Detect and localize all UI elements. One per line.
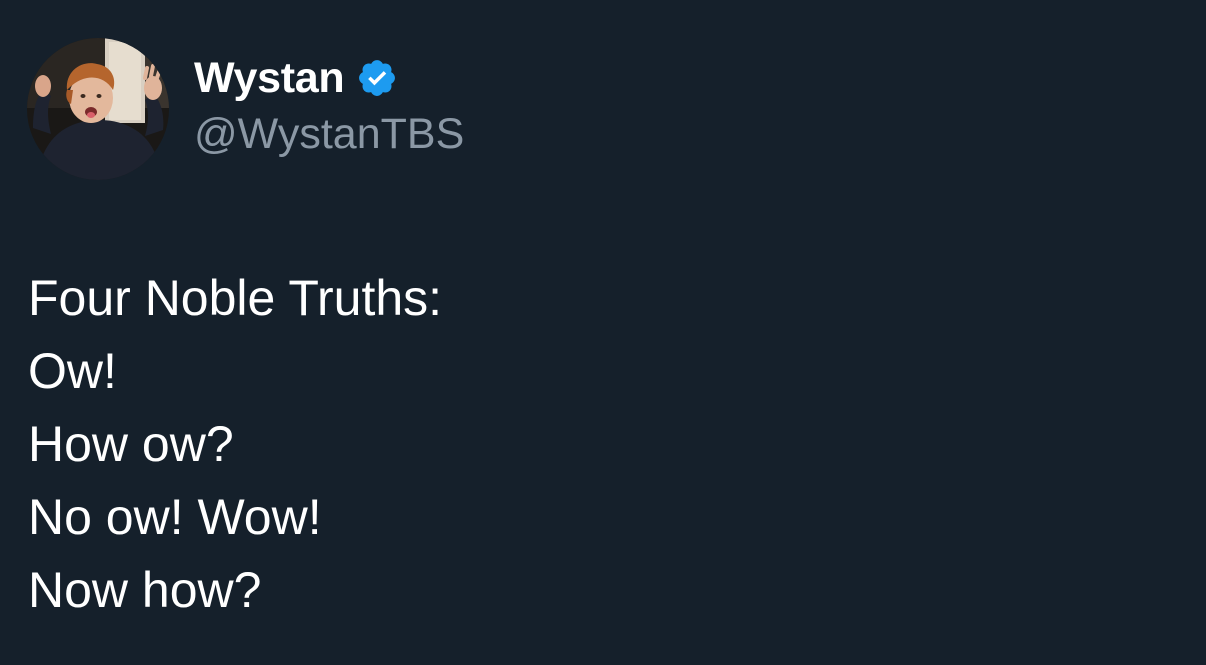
tweet-line: Four Noble Truths: — [28, 270, 443, 326]
tweet-line: Ow! — [28, 343, 117, 399]
tweet-line: Now how? — [28, 562, 262, 618]
tweet-card: Wystan @WystanTBS Four Noble Truths: Ow!… — [0, 0, 1206, 665]
tweet-text: Four Noble Truths: Ow! How ow? No ow! Wo… — [28, 262, 1178, 627]
avatar[interactable] — [27, 38, 169, 180]
author-display-name[interactable]: Wystan — [194, 54, 345, 103]
author-handle[interactable]: @WystanTBS — [194, 110, 464, 159]
avatar-photo — [27, 38, 169, 180]
tweet-line: No ow! Wow! — [28, 489, 322, 545]
tweet-line: How ow? — [28, 416, 234, 472]
verified-badge-icon[interactable] — [356, 57, 398, 99]
author-name-row: Wystan — [194, 52, 398, 104]
